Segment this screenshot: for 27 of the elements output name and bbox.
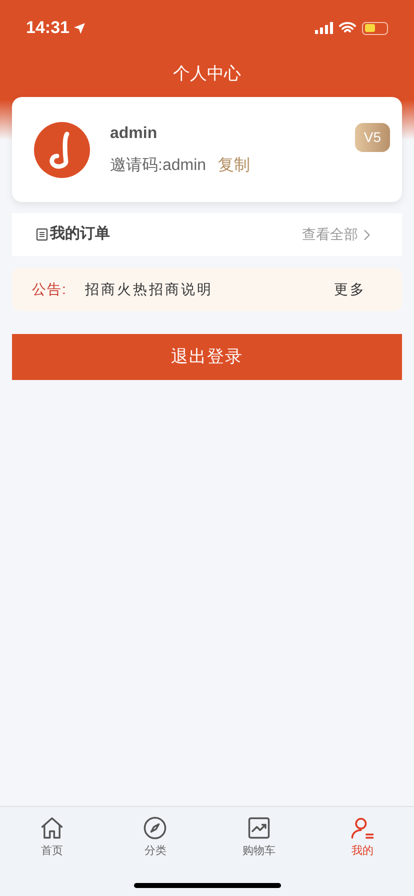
location-arrow-icon: [73, 22, 86, 34]
logout-button[interactable]: 退出登录: [12, 334, 402, 380]
vip-badge: V5: [354, 123, 390, 152]
orders-row[interactable]: 我的订单 查看全部: [12, 213, 402, 256]
copy-link[interactable]: 复制: [218, 154, 250, 178]
tab-item[interactable]: 首页: [0, 815, 104, 860]
wifi-icon: [339, 22, 356, 34]
notice-text: 招商火热招商说明: [84, 280, 214, 299]
signal-icon: [315, 22, 333, 34]
invite-code: 邀请码:admin: [110, 156, 206, 176]
chart-icon: [246, 815, 272, 841]
compass-icon: [142, 815, 168, 841]
page-title: 个人中心: [173, 63, 241, 86]
document-icon: [36, 228, 48, 241]
view-all-link[interactable]: 查看全部: [302, 224, 358, 245]
user-icon: [349, 815, 376, 841]
home-icon: [38, 815, 65, 841]
status-time: 14:31: [26, 17, 70, 40]
battery-icon: [362, 22, 388, 34]
logo-avatar: [34, 122, 90, 178]
orders-title: 我的订单: [50, 224, 110, 244]
more-link[interactable]: 更多: [334, 279, 366, 300]
tab-item[interactable]: 分类: [104, 815, 207, 860]
tab-item[interactable]: 购物车: [207, 815, 310, 860]
notice-label: 公告:: [32, 280, 67, 299]
tab-item[interactable]: 我的: [310, 815, 414, 860]
username: admin: [110, 124, 158, 144]
